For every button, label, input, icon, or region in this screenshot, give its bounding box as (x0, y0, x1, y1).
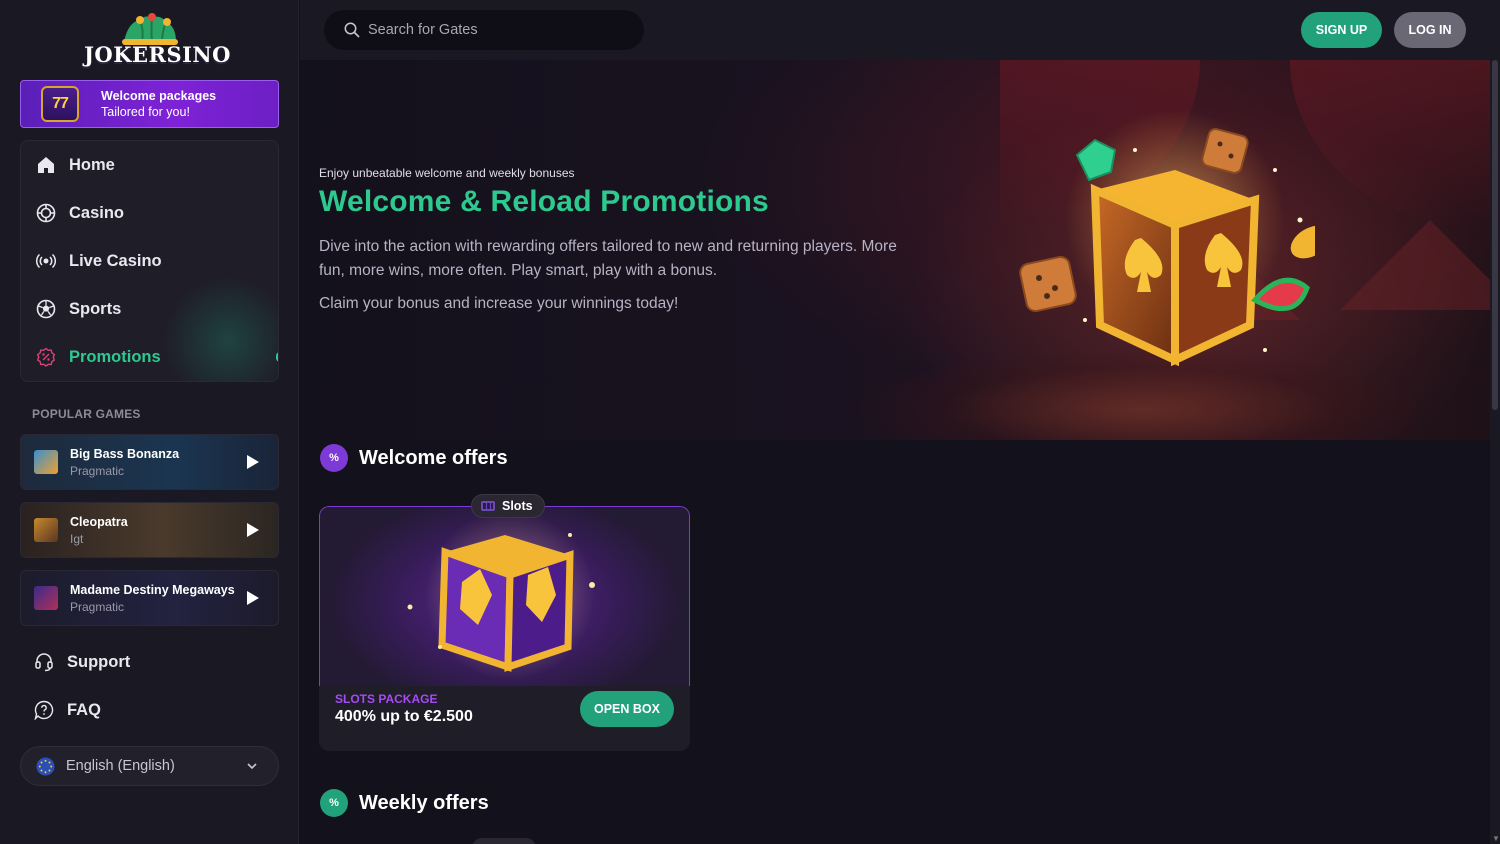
main-nav: Home Casino Live Casino Sports Promotion… (20, 140, 279, 382)
hero-subtitle: Enjoy unbeatable welcome and weekly bonu… (319, 166, 575, 180)
nav-item-sports[interactable]: Sports (21, 285, 278, 333)
scroll-down-arrow-icon[interactable]: ▼ (1492, 834, 1500, 843)
popular-games-heading: POPULAR GAMES (32, 407, 141, 421)
jokersino-logo[interactable]: JOKERSINO (80, 10, 231, 70)
percent-badge-icon: % (320, 789, 348, 817)
weekly-offers-title: Weekly offers (359, 791, 489, 814)
nav-item-promotions[interactable]: Promotions (21, 333, 278, 381)
offer-tag-label: Slots (502, 499, 533, 513)
percent-badge-icon: % (320, 444, 348, 472)
search-icon (344, 22, 360, 38)
nav-label-home: Home (69, 155, 115, 174)
sign-up-button[interactable]: SIGN UP (1301, 12, 1382, 48)
faq-link[interactable]: FAQ (20, 690, 279, 730)
offer-category-tag: Slots (471, 494, 545, 518)
game-card-cleopatra[interactable]: Cleopatra Igt (20, 502, 279, 558)
question-bubble-icon (33, 699, 55, 721)
offer-artwork (319, 506, 690, 686)
nav-label-live-casino: Live Casino (69, 251, 162, 270)
log-in-button[interactable]: LOG IN (1394, 12, 1466, 48)
offer-value: 400% up to €2.500 (335, 708, 473, 725)
promotions-hero: Enjoy unbeatable welcome and weekly bonu… (300, 60, 1490, 440)
home-icon (35, 154, 57, 176)
weekly-offers-heading: % Weekly offers (320, 789, 489, 817)
game-provider: Igt (70, 531, 84, 546)
language-selector[interactable]: English (English) (20, 746, 279, 786)
game-provider: Pragmatic (70, 463, 125, 478)
purple-mystery-box-illustration (407, 510, 595, 680)
promotion-percent-icon (35, 346, 57, 368)
slots-package-offer-card[interactable]: SLOTS PACKAGE 400% up to €2.500 OPEN BOX (319, 506, 690, 751)
brand-name: JOKERSINO (84, 42, 231, 67)
sidebar: JOKERSINO 77 Welcome packages Tailored f… (0, 0, 299, 844)
eu-flag-icon (36, 756, 55, 776)
chevron-down-icon (247, 763, 257, 770)
nav-item-casino[interactable]: Casino (21, 189, 278, 237)
hero-title: Welcome & Reload Promotions (319, 185, 769, 218)
support-label: Support (67, 652, 131, 671)
game-thumbnail (34, 518, 58, 542)
game-thumbnail (34, 450, 58, 474)
casino-chip-icon (35, 202, 57, 224)
scrollbar-thumb[interactable] (1492, 60, 1498, 410)
hero-call-to-action: Claim your bonus and increase your winni… (319, 295, 679, 312)
game-name: Big Bass Bonanza (70, 446, 180, 461)
offer-type: SLOTS PACKAGE (335, 692, 438, 706)
page-scrollbar[interactable]: ▼ (1490, 0, 1500, 844)
game-thumbnail (34, 586, 58, 610)
active-indicator (276, 352, 278, 362)
nav-label-casino: Casino (69, 203, 125, 222)
nav-item-home[interactable]: Home (21, 141, 278, 189)
welcome-banner-subtitle: Tailored for you! (101, 105, 190, 119)
play-icon[interactable] (246, 522, 260, 538)
nav-label-sports: Sports (69, 299, 122, 318)
game-name: Cleopatra (70, 514, 128, 529)
game-provider: Pragmatic (70, 599, 125, 614)
hero-description: Dive into the action with rewarding offe… (319, 238, 897, 279)
welcome-packages-banner[interactable]: 77 Welcome packages Tailored for you! (20, 80, 279, 128)
game-card-big-bass-bonanza[interactable]: Big Bass Bonanza Pragmatic (20, 434, 279, 490)
game-name: Madame Destiny Megaways (70, 582, 235, 597)
welcome-offers-title: Welcome offers (359, 446, 508, 469)
nav-label-promotions: Promotions (69, 347, 161, 366)
top-bar: SIGN UP LOG IN (300, 0, 1490, 60)
selected-language: English (English) (66, 758, 175, 774)
support-link[interactable]: Support (20, 642, 279, 682)
play-icon[interactable] (246, 590, 260, 606)
offer-category-tag (472, 838, 536, 844)
tent-decoration (1340, 220, 1490, 310)
slot-machine-icon (481, 501, 495, 511)
golden-mystery-box-illustration (1019, 110, 1315, 367)
slot-machine-icon: 77 (41, 86, 79, 122)
soccer-ball-icon (35, 298, 57, 320)
jester-hat-icon (122, 13, 178, 45)
curtain-decoration (1290, 60, 1490, 230)
search-bar[interactable] (324, 10, 644, 50)
live-broadcast-icon (35, 250, 57, 272)
play-icon[interactable] (246, 454, 260, 470)
welcome-banner-title: Welcome packages (101, 89, 217, 103)
headset-icon (33, 651, 55, 673)
nav-item-live-casino[interactable]: Live Casino (21, 237, 278, 285)
faq-label: FAQ (67, 700, 101, 719)
game-card-madame-destiny-megaways[interactable]: Madame Destiny Megaways Pragmatic (20, 570, 279, 626)
open-box-button[interactable]: OPEN BOX (580, 691, 674, 727)
welcome-offers-heading: % Welcome offers (320, 444, 508, 472)
search-input[interactable] (368, 22, 628, 38)
